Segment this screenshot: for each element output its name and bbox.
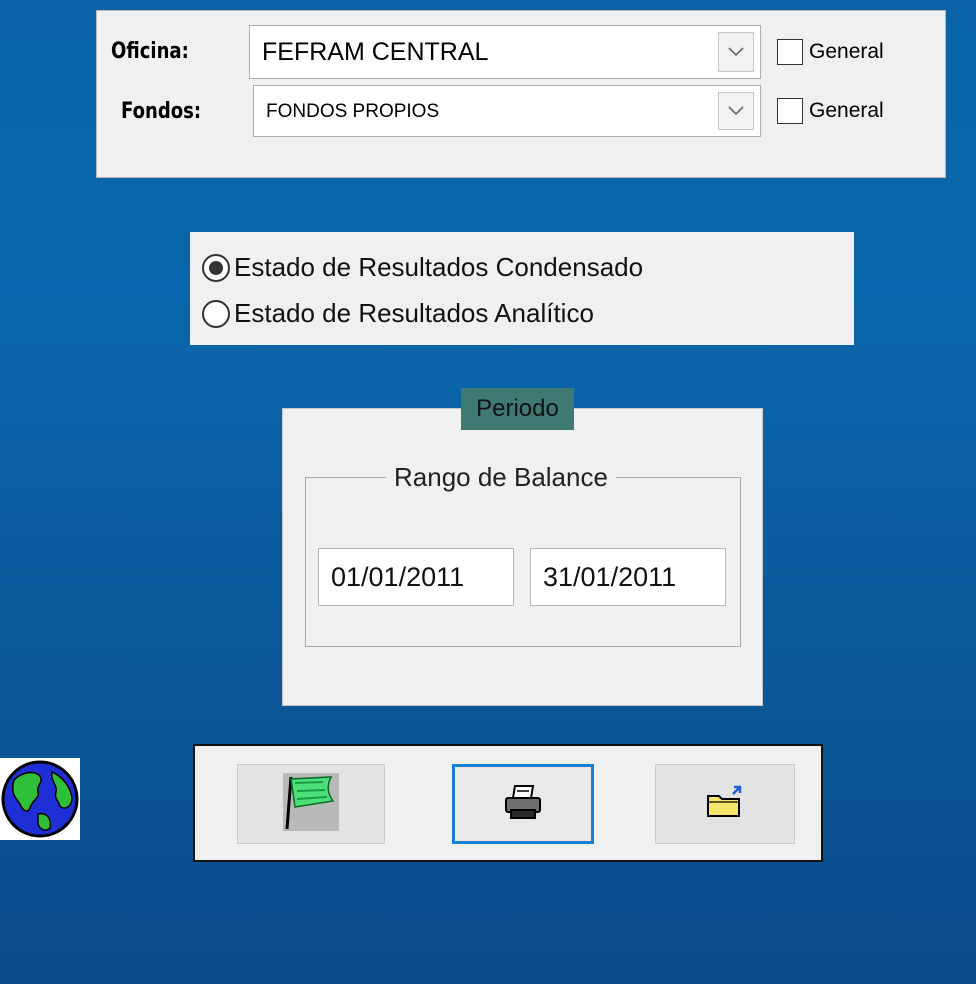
oficina-general-label: General bbox=[809, 40, 884, 63]
oficina-select[interactable]: FEFRAM CENTRAL bbox=[249, 25, 761, 79]
date-from-input[interactable]: 01/01/2011 bbox=[318, 548, 514, 606]
period-title: Periodo bbox=[461, 388, 574, 430]
report-type-panel: Estado de Resultados Condensado Estado d… bbox=[190, 232, 854, 345]
oficina-label: Oficina: bbox=[111, 39, 189, 64]
radio-analitico-label: Estado de Resultados Analítico bbox=[234, 298, 594, 328]
printer-icon bbox=[503, 784, 543, 825]
radio-condensado-label: Estado de Resultados Condensado bbox=[234, 252, 644, 282]
green-flag-icon bbox=[279, 771, 343, 838]
filter-panel: Oficina: FEFRAM CENTRAL General Fondos: … bbox=[96, 10, 946, 178]
execute-button[interactable] bbox=[237, 764, 385, 844]
fondos-value: FONDOS PROPIOS bbox=[266, 101, 440, 122]
chevron-down-icon[interactable] bbox=[718, 32, 754, 72]
exit-button[interactable] bbox=[655, 764, 795, 844]
toolbar bbox=[193, 744, 823, 862]
fondos-label: Fondos: bbox=[121, 99, 202, 124]
checkbox-box[interactable] bbox=[777, 39, 803, 65]
radio-analitico[interactable]: Estado de Resultados Analítico bbox=[202, 298, 594, 329]
fondos-general-checkbox[interactable]: General bbox=[777, 98, 884, 124]
date-to-input[interactable]: 31/01/2011 bbox=[530, 548, 726, 606]
chevron-down-icon[interactable] bbox=[718, 92, 754, 130]
fondos-general-label: General bbox=[809, 99, 884, 122]
checkbox-box[interactable] bbox=[777, 98, 803, 124]
fondos-select[interactable]: FONDOS PROPIOS bbox=[253, 85, 761, 137]
radio-condensado[interactable]: Estado de Resultados Condensado bbox=[202, 252, 643, 283]
radio-button[interactable] bbox=[202, 299, 230, 328]
oficina-value: FEFRAM CENTRAL bbox=[262, 38, 489, 66]
date-range-group: Rango de Balance 01/01/2011 31/01/2011 bbox=[305, 462, 741, 647]
globe-icon bbox=[0, 758, 80, 840]
period-panel: Rango de Balance 01/01/2011 31/01/2011 bbox=[282, 408, 763, 706]
radio-button-selected[interactable] bbox=[202, 253, 230, 282]
print-button[interactable] bbox=[452, 764, 594, 844]
date-range-label: Rango de Balance bbox=[386, 462, 616, 493]
open-folder-icon bbox=[705, 784, 745, 825]
oficina-general-checkbox[interactable]: General bbox=[777, 39, 884, 65]
